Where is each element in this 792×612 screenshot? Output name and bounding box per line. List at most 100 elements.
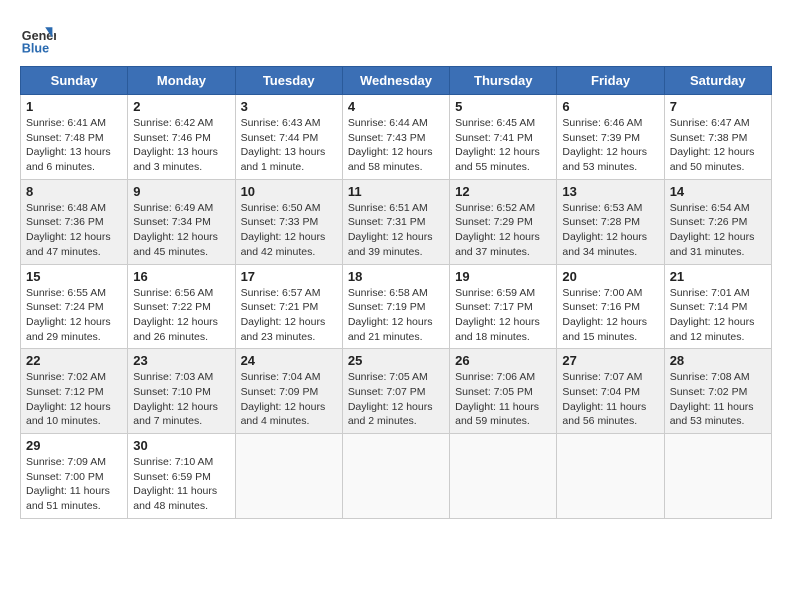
calendar-week-row: 29 Sunrise: 7:09 AM Sunset: 7:00 PM Dayl… (21, 434, 772, 519)
day-header-saturday: Saturday (664, 67, 771, 95)
day-number: 6 (562, 99, 658, 114)
day-number: 3 (241, 99, 337, 114)
day-number: 24 (241, 353, 337, 368)
day-header-tuesday: Tuesday (235, 67, 342, 95)
day-number: 4 (348, 99, 444, 114)
calendar-header-row: SundayMondayTuesdayWednesdayThursdayFrid… (21, 67, 772, 95)
calendar-cell: 24 Sunrise: 7:04 AM Sunset: 7:09 PM Dayl… (235, 349, 342, 434)
calendar-cell: 19 Sunrise: 6:59 AM Sunset: 7:17 PM Dayl… (450, 264, 557, 349)
calendar-cell: 2 Sunrise: 6:42 AM Sunset: 7:46 PM Dayli… (128, 95, 235, 180)
calendar-cell: 8 Sunrise: 6:48 AM Sunset: 7:36 PM Dayli… (21, 179, 128, 264)
calendar-cell: 1 Sunrise: 6:41 AM Sunset: 7:48 PM Dayli… (21, 95, 128, 180)
calendar-cell: 9 Sunrise: 6:49 AM Sunset: 7:34 PM Dayli… (128, 179, 235, 264)
day-info: Sunrise: 7:10 AM Sunset: 6:59 PM Dayligh… (133, 455, 229, 514)
day-number: 14 (670, 184, 766, 199)
day-header-sunday: Sunday (21, 67, 128, 95)
calendar-cell: 23 Sunrise: 7:03 AM Sunset: 7:10 PM Dayl… (128, 349, 235, 434)
day-number: 30 (133, 438, 229, 453)
day-info: Sunrise: 6:41 AM Sunset: 7:48 PM Dayligh… (26, 116, 122, 175)
day-info: Sunrise: 7:05 AM Sunset: 7:07 PM Dayligh… (348, 370, 444, 429)
day-number: 20 (562, 269, 658, 284)
day-info: Sunrise: 7:07 AM Sunset: 7:04 PM Dayligh… (562, 370, 658, 429)
calendar-cell: 28 Sunrise: 7:08 AM Sunset: 7:02 PM Dayl… (664, 349, 771, 434)
day-info: Sunrise: 6:48 AM Sunset: 7:36 PM Dayligh… (26, 201, 122, 260)
day-number: 1 (26, 99, 122, 114)
day-number: 15 (26, 269, 122, 284)
day-number: 28 (670, 353, 766, 368)
calendar-body: 1 Sunrise: 6:41 AM Sunset: 7:48 PM Dayli… (21, 95, 772, 519)
calendar-cell: 10 Sunrise: 6:50 AM Sunset: 7:33 PM Dayl… (235, 179, 342, 264)
day-number: 5 (455, 99, 551, 114)
day-info: Sunrise: 6:44 AM Sunset: 7:43 PM Dayligh… (348, 116, 444, 175)
calendar-cell: 30 Sunrise: 7:10 AM Sunset: 6:59 PM Dayl… (128, 434, 235, 519)
day-number: 18 (348, 269, 444, 284)
day-info: Sunrise: 6:53 AM Sunset: 7:28 PM Dayligh… (562, 201, 658, 260)
calendar-cell: 15 Sunrise: 6:55 AM Sunset: 7:24 PM Dayl… (21, 264, 128, 349)
day-number: 7 (670, 99, 766, 114)
calendar-cell: 7 Sunrise: 6:47 AM Sunset: 7:38 PM Dayli… (664, 95, 771, 180)
calendar-cell (450, 434, 557, 519)
day-number: 2 (133, 99, 229, 114)
day-info: Sunrise: 6:55 AM Sunset: 7:24 PM Dayligh… (26, 286, 122, 345)
day-header-friday: Friday (557, 67, 664, 95)
calendar-cell: 17 Sunrise: 6:57 AM Sunset: 7:21 PM Dayl… (235, 264, 342, 349)
calendar-cell (342, 434, 449, 519)
calendar-cell (664, 434, 771, 519)
day-info: Sunrise: 7:00 AM Sunset: 7:16 PM Dayligh… (562, 286, 658, 345)
day-info: Sunrise: 6:47 AM Sunset: 7:38 PM Dayligh… (670, 116, 766, 175)
day-info: Sunrise: 6:54 AM Sunset: 7:26 PM Dayligh… (670, 201, 766, 260)
day-number: 22 (26, 353, 122, 368)
day-info: Sunrise: 7:08 AM Sunset: 7:02 PM Dayligh… (670, 370, 766, 429)
calendar-cell: 5 Sunrise: 6:45 AM Sunset: 7:41 PM Dayli… (450, 95, 557, 180)
calendar-week-row: 15 Sunrise: 6:55 AM Sunset: 7:24 PM Dayl… (21, 264, 772, 349)
day-info: Sunrise: 6:52 AM Sunset: 7:29 PM Dayligh… (455, 201, 551, 260)
day-number: 21 (670, 269, 766, 284)
calendar-cell (235, 434, 342, 519)
day-number: 16 (133, 269, 229, 284)
calendar-cell: 26 Sunrise: 7:06 AM Sunset: 7:05 PM Dayl… (450, 349, 557, 434)
calendar-cell: 18 Sunrise: 6:58 AM Sunset: 7:19 PM Dayl… (342, 264, 449, 349)
calendar-cell: 6 Sunrise: 6:46 AM Sunset: 7:39 PM Dayli… (557, 95, 664, 180)
day-info: Sunrise: 6:57 AM Sunset: 7:21 PM Dayligh… (241, 286, 337, 345)
day-number: 10 (241, 184, 337, 199)
day-number: 13 (562, 184, 658, 199)
day-number: 11 (348, 184, 444, 199)
day-number: 17 (241, 269, 337, 284)
calendar-week-row: 8 Sunrise: 6:48 AM Sunset: 7:36 PM Dayli… (21, 179, 772, 264)
day-header-thursday: Thursday (450, 67, 557, 95)
calendar-cell: 27 Sunrise: 7:07 AM Sunset: 7:04 PM Dayl… (557, 349, 664, 434)
calendar-table: SundayMondayTuesdayWednesdayThursdayFrid… (20, 66, 772, 519)
day-info: Sunrise: 7:03 AM Sunset: 7:10 PM Dayligh… (133, 370, 229, 429)
day-number: 27 (562, 353, 658, 368)
calendar-cell: 21 Sunrise: 7:01 AM Sunset: 7:14 PM Dayl… (664, 264, 771, 349)
logo-icon: General Blue (20, 20, 56, 56)
calendar-week-row: 22 Sunrise: 7:02 AM Sunset: 7:12 PM Dayl… (21, 349, 772, 434)
calendar-cell: 13 Sunrise: 6:53 AM Sunset: 7:28 PM Dayl… (557, 179, 664, 264)
day-number: 12 (455, 184, 551, 199)
day-info: Sunrise: 6:51 AM Sunset: 7:31 PM Dayligh… (348, 201, 444, 260)
day-info: Sunrise: 7:02 AM Sunset: 7:12 PM Dayligh… (26, 370, 122, 429)
calendar-week-row: 1 Sunrise: 6:41 AM Sunset: 7:48 PM Dayli… (21, 95, 772, 180)
calendar-cell: 22 Sunrise: 7:02 AM Sunset: 7:12 PM Dayl… (21, 349, 128, 434)
day-info: Sunrise: 7:09 AM Sunset: 7:00 PM Dayligh… (26, 455, 122, 514)
day-info: Sunrise: 6:56 AM Sunset: 7:22 PM Dayligh… (133, 286, 229, 345)
day-info: Sunrise: 6:58 AM Sunset: 7:19 PM Dayligh… (348, 286, 444, 345)
day-info: Sunrise: 6:43 AM Sunset: 7:44 PM Dayligh… (241, 116, 337, 175)
day-info: Sunrise: 6:59 AM Sunset: 7:17 PM Dayligh… (455, 286, 551, 345)
day-info: Sunrise: 6:45 AM Sunset: 7:41 PM Dayligh… (455, 116, 551, 175)
day-info: Sunrise: 7:04 AM Sunset: 7:09 PM Dayligh… (241, 370, 337, 429)
calendar-cell: 20 Sunrise: 7:00 AM Sunset: 7:16 PM Dayl… (557, 264, 664, 349)
calendar-cell: 29 Sunrise: 7:09 AM Sunset: 7:00 PM Dayl… (21, 434, 128, 519)
day-number: 19 (455, 269, 551, 284)
calendar-cell: 25 Sunrise: 7:05 AM Sunset: 7:07 PM Dayl… (342, 349, 449, 434)
page-header: General Blue (20, 20, 772, 56)
day-info: Sunrise: 6:46 AM Sunset: 7:39 PM Dayligh… (562, 116, 658, 175)
day-header-monday: Monday (128, 67, 235, 95)
calendar-cell: 12 Sunrise: 6:52 AM Sunset: 7:29 PM Dayl… (450, 179, 557, 264)
day-info: Sunrise: 7:01 AM Sunset: 7:14 PM Dayligh… (670, 286, 766, 345)
svg-text:Blue: Blue (22, 41, 49, 55)
day-info: Sunrise: 6:49 AM Sunset: 7:34 PM Dayligh… (133, 201, 229, 260)
calendar-cell: 3 Sunrise: 6:43 AM Sunset: 7:44 PM Dayli… (235, 95, 342, 180)
logo: General Blue (20, 20, 56, 56)
calendar-cell: 11 Sunrise: 6:51 AM Sunset: 7:31 PM Dayl… (342, 179, 449, 264)
